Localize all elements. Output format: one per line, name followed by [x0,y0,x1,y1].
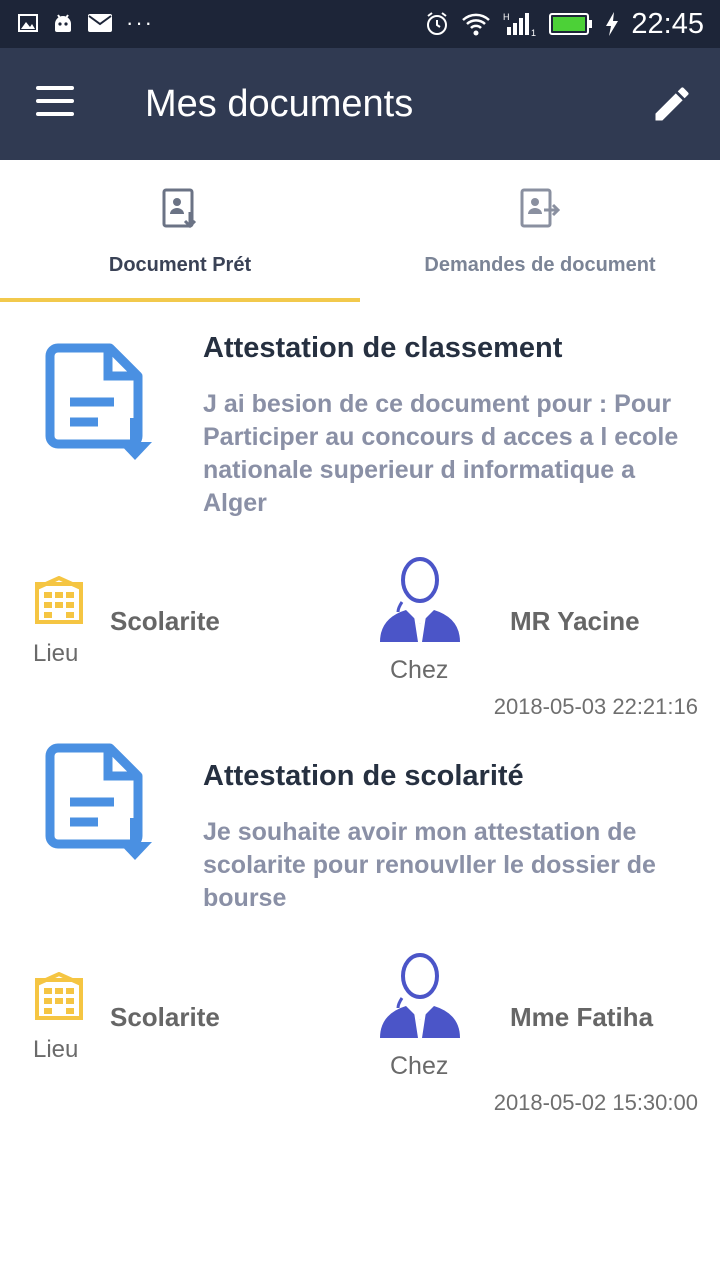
person-name: MR Yacine [510,606,640,636]
person-icon [380,953,460,1038]
signal-icon: H 1 [503,12,536,37]
tab-demandes-de-document-label: Demandes de document [424,254,656,276]
building-icon [35,972,83,1020]
document-title: Attestation de scolarité [203,760,524,792]
svg-text:H: H [503,12,510,22]
timestamp: 2018-05-03 22:21:16 [493,694,698,719]
document-card[interactable]: Attestation de scolarité Je souhaite avo… [0,742,720,1122]
document-download-icon [45,343,152,460]
document-description: Je souhaite avoir mon attestation de sco… [203,818,656,912]
document-download-icon [45,743,152,860]
page-title: Mes documents [145,83,414,125]
svg-text:1: 1 [531,28,536,37]
lieu-label: Lieu [33,1036,79,1063]
chez-label: Chez [390,1052,449,1080]
edit-button[interactable] [650,82,694,126]
tab-demandes-de-document[interactable]: Demandes de document [360,160,720,304]
app-bar: Mes documents [0,48,720,160]
lieu-value: Scolarite [110,1002,220,1032]
status-right-icons: H 1 22:45 [425,6,704,42]
android-icon [55,14,71,32]
person-name: Mme Fatiha [510,1002,654,1032]
tab-document-pret-label: Document Prét [108,254,252,276]
document-download-icon [162,188,197,229]
status-time: 22:45 [631,8,704,40]
lieu-value: Scolarite [110,606,220,636]
menu-icon [36,86,74,90]
timestamp: 2018-05-02 15:30:00 [493,1090,698,1115]
menu-button[interactable] [36,86,76,120]
battery-icon [549,13,593,35]
active-tab-indicator [0,298,360,302]
alarm-icon [427,12,448,35]
image-icon [18,14,38,32]
document-card[interactable]: Attestation de classement J ai besion de… [0,320,720,720]
building-icon [35,576,83,624]
person-icon [380,557,460,642]
status-bar: ··· H 1 22:45 [0,0,720,48]
lieu-label: Lieu [33,640,79,667]
wifi-icon [462,13,491,36]
tab-document-pret[interactable]: Document Prét [0,160,360,304]
tab-bar: Document Prét Demandes de document [0,160,720,304]
chez-label: Chez [390,656,449,684]
edit-icon [655,87,689,121]
status-left-icons: ··· [18,11,154,35]
more-dots-icon: ··· [126,10,154,35]
document-description: J ai besion de ce document pour : Pour P… [203,390,679,517]
charging-icon [606,12,619,36]
document-send-icon [520,188,560,228]
mail-icon [88,14,112,32]
document-title: Attestation de classement [203,332,563,364]
